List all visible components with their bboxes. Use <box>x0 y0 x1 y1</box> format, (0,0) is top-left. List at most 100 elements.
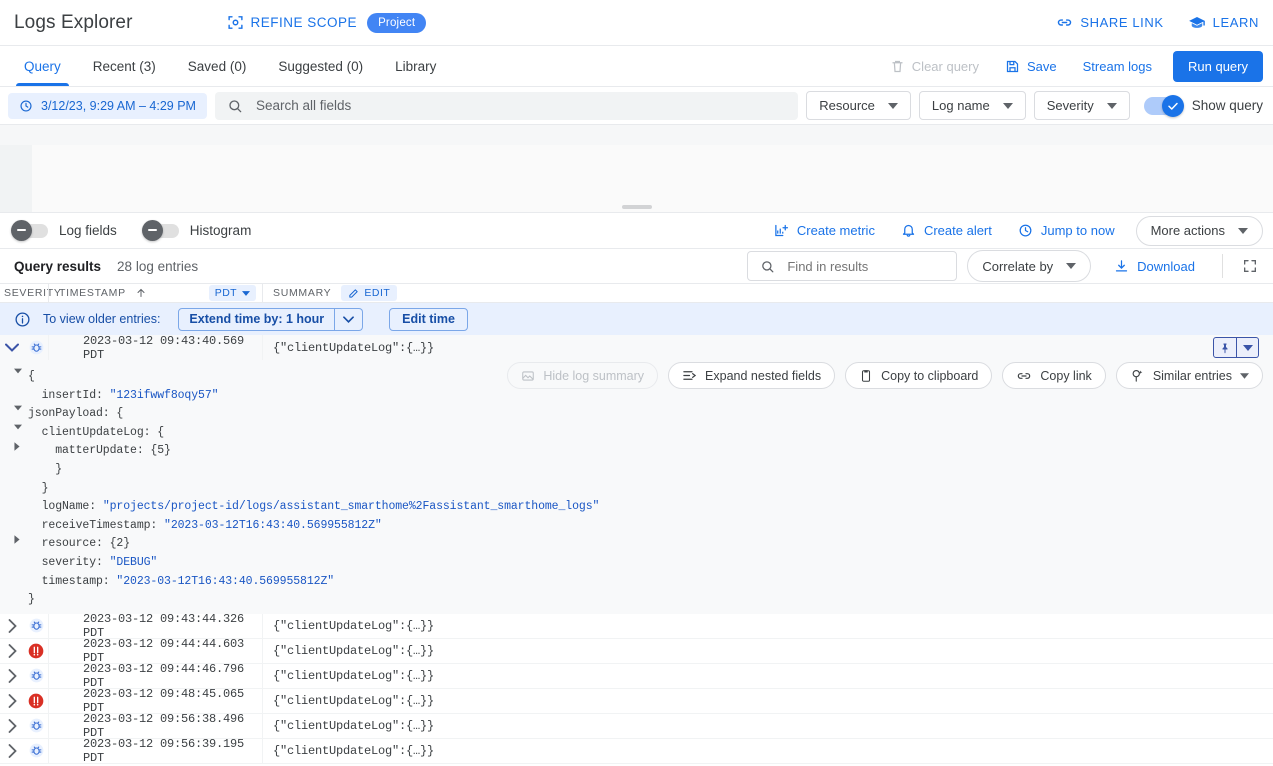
expand-entry-button[interactable] <box>0 669 24 683</box>
json-twisty-down-icon[interactable] <box>14 368 28 374</box>
learn-label: LEARN <box>1213 15 1259 30</box>
json-line: logName: "projects/project-id/logs/assis… <box>14 498 1273 517</box>
json-line-text: logName: "projects/project-id/logs/assis… <box>28 498 599 517</box>
stream-logs-button[interactable]: Stream logs <box>1070 59 1165 74</box>
severity-icon-debug <box>24 668 48 683</box>
jump-to-now-label: Jump to now <box>1041 223 1115 238</box>
log-entry-row[interactable]: 2023-03-12 09:56:38.496 PDT{"clientUpdat… <box>0 714 1273 739</box>
chevron-down-icon <box>888 103 898 109</box>
edit-columns-button[interactable]: EDIT <box>341 285 397 301</box>
find-input[interactable] <box>785 258 944 275</box>
severity-label: Severity <box>1047 98 1094 113</box>
expand-entry-button[interactable] <box>0 744 24 758</box>
search-input[interactable] <box>254 97 786 114</box>
log-entry-row[interactable]: 2023-03-12 09:48:45.065 PDT{"clientUpdat… <box>0 689 1273 714</box>
log-entry-row[interactable]: 2023-03-12 09:44:46.796 PDT{"clientUpdat… <box>0 664 1273 689</box>
column-header-summary[interactable]: SUMMARY EDIT <box>262 284 1273 302</box>
expand-entry-button[interactable] <box>0 644 24 658</box>
pin-dropdown-icon[interactable] <box>1237 337 1259 358</box>
edit-time-button[interactable]: Edit time <box>389 308 468 331</box>
json-line[interactable]: resource: {2} <box>14 535 1273 554</box>
find-in-results[interactable] <box>747 251 957 281</box>
severity-icon-error <box>24 693 48 709</box>
scope-icon <box>227 14 244 31</box>
resource-filter[interactable]: Resource <box>806 91 911 120</box>
tab-query[interactable]: Query <box>8 46 77 86</box>
copy-link-button[interactable]: Copy link <box>1002 362 1105 389</box>
tab-library[interactable]: Library <box>379 46 452 86</box>
json-line-text: { <box>28 368 35 387</box>
correlate-by-button[interactable]: Correlate by <box>967 250 1091 282</box>
fullscreen-button[interactable] <box>1237 258 1263 274</box>
magic-icon <box>1130 368 1145 383</box>
column-header-severity[interactable]: SEVERITY <box>0 287 48 299</box>
editor-active-line <box>0 125 1273 145</box>
severity-filter[interactable]: Severity <box>1034 91 1130 120</box>
log-entry-row[interactable]: 2023-03-12 09:56:39.195 PDT{"clientUpdat… <box>0 739 1273 764</box>
hide-log-summary-label: Hide log summary <box>543 369 644 383</box>
log-name-filter[interactable]: Log name <box>919 91 1026 120</box>
column-header-timestamp[interactable]: TIMESTAMP PDT <box>48 284 262 302</box>
extend-time-button[interactable]: Extend time by: 1 hour <box>178 308 335 331</box>
tab-suggested[interactable]: Suggested (0) <box>262 46 379 86</box>
pin-entry-group <box>1213 337 1259 358</box>
extend-time-dropdown[interactable] <box>335 308 363 331</box>
more-actions-button[interactable]: More actions <box>1136 216 1263 246</box>
json-line[interactable]: clientUpdateLog: { <box>14 424 1273 443</box>
timezone-selector[interactable]: PDT <box>209 285 256 301</box>
log-entry-row-expanded[interactable]: 2023-03-12 09:43:40.569 PDT {"clientUpda… <box>0 335 1273 360</box>
hide-log-summary-button[interactable]: Hide log summary <box>507 362 658 389</box>
save-button[interactable]: Save <box>992 59 1070 74</box>
search-all-fields[interactable] <box>215 92 798 120</box>
run-query-button[interactable]: Run query <box>1173 51 1263 82</box>
share-link-button[interactable]: SHARE LINK <box>1056 14 1163 31</box>
log-fields-toggle[interactable] <box>14 224 48 238</box>
severity-icon-debug <box>24 718 48 733</box>
log-entry-row[interactable]: 2023-03-12 09:44:44.603 PDT{"clientUpdat… <box>0 639 1273 664</box>
create-alert-button[interactable]: Create alert <box>888 223 1005 238</box>
expand-entry-button[interactable] <box>0 619 24 633</box>
json-twisty-down-icon[interactable] <box>14 405 28 411</box>
image-off-icon <box>521 369 535 383</box>
download-button[interactable]: Download <box>1101 259 1208 274</box>
refine-scope-button[interactable]: REFINE SCOPE <box>227 14 358 31</box>
log-entry-row[interactable]: 2023-03-12 09:43:44.326 PDT{"clientUpdat… <box>0 614 1273 639</box>
learn-button[interactable]: LEARN <box>1188 14 1259 32</box>
tab-label: Saved (0) <box>188 59 247 74</box>
collapse-entry-button[interactable] <box>0 343 24 352</box>
log-options-bar: Log fields Histogram Create metric <box>0 213 1273 249</box>
show-query-label: Show query <box>1192 98 1263 113</box>
similar-entries-button[interactable]: Similar entries <box>1116 362 1263 389</box>
pin-icon[interactable] <box>1213 337 1237 358</box>
json-line-text: severity: "DEBUG" <box>28 554 157 573</box>
toggle-knob <box>11 220 32 241</box>
tab-recent[interactable]: Recent (3) <box>77 46 172 86</box>
log-timestamp: 2023-03-12 09:48:45.065 PDT <box>48 689 262 713</box>
expand-entry-button[interactable] <box>0 719 24 733</box>
create-metric-button[interactable]: Create metric <box>761 223 888 238</box>
json-twisty-down-icon[interactable] <box>14 424 28 430</box>
json-twisty-right-icon[interactable] <box>14 535 28 544</box>
json-line[interactable]: jsonPayload: { <box>14 405 1273 424</box>
toggle-knob <box>142 220 163 241</box>
chevron-down-icon <box>1066 263 1076 269</box>
jump-to-now-button[interactable]: Jump to now <box>1005 223 1128 238</box>
expand-nested-fields-button[interactable]: Expand nested fields <box>668 362 835 389</box>
json-twisty-right-icon[interactable] <box>14 442 28 451</box>
log-entry-detail: Hide log summary Expand nested fields <box>0 360 1273 614</box>
log-table-header: SEVERITY TIMESTAMP PDT SUMMARY <box>0 283 1273 303</box>
tab-saved[interactable]: Saved (0) <box>172 46 263 86</box>
project-chip[interactable]: Project <box>367 13 426 33</box>
editor-resize-handle[interactable] <box>622 205 652 209</box>
copy-to-clipboard-button[interactable]: Copy to clipboard <box>845 362 992 389</box>
json-line-text: resource: {2} <box>28 535 130 554</box>
show-query-toggle[interactable] <box>1144 97 1182 115</box>
query-editor[interactable]: 1 <box>0 125 1273 213</box>
time-range-picker[interactable]: 3/12/23, 9:29 AM – 4:29 PM <box>8 93 207 119</box>
histogram-toggle[interactable] <box>145 224 179 238</box>
json-line-text: insertId: "123ifwwf8oqy57" <box>28 387 218 406</box>
json-line[interactable]: matterUpdate: {5} <box>14 442 1273 461</box>
expand-entry-button[interactable] <box>0 694 24 708</box>
detail-action-bar: Hide log summary Expand nested fields <box>507 362 1263 389</box>
clear-query-button[interactable]: Clear query <box>877 59 992 74</box>
